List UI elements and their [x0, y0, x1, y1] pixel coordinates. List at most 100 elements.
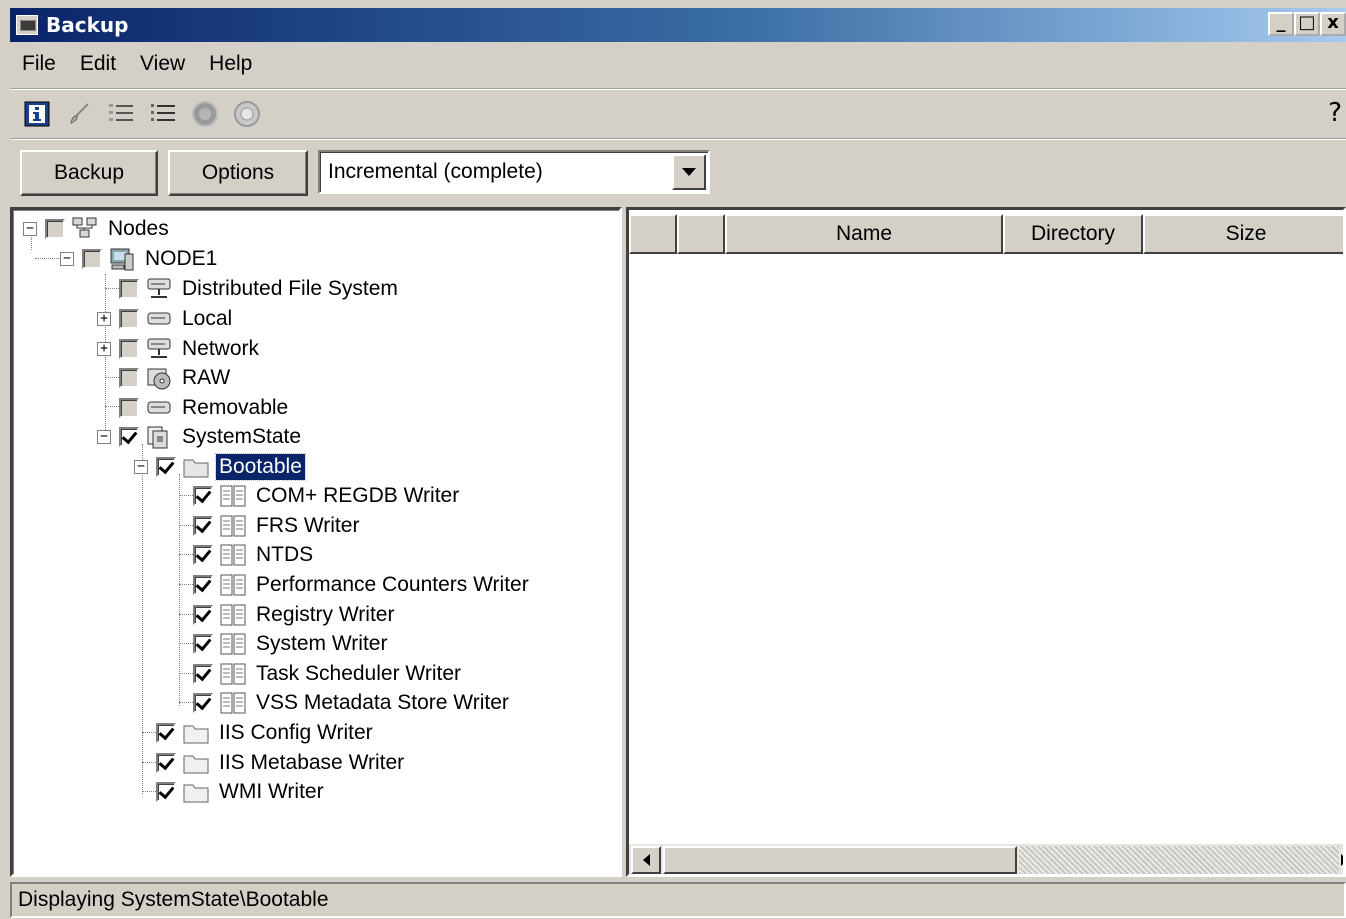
tree-checkbox[interactable] — [193, 575, 213, 595]
tree-item-systemstate[interactable]: − SystemState — [97, 422, 304, 452]
minimize-button[interactable]: _ — [1268, 12, 1294, 36]
tree-label-selected: Bootable — [215, 453, 306, 481]
column-header-select[interactable] — [629, 214, 677, 254]
tree-item-wmi[interactable]: WMI Writer — [134, 777, 327, 807]
tree-label: COM+ REGDB Writer — [256, 484, 460, 507]
hollow-disc-icon[interactable] — [232, 99, 262, 129]
collapse-icon[interactable]: − — [97, 430, 111, 444]
tree-pane[interactable]: − Nodes − NODE1 Distributed File System … — [10, 207, 622, 877]
tree-checkbox[interactable] — [156, 782, 176, 802]
tree-checkbox[interactable] — [193, 693, 213, 713]
tree-checkbox[interactable] — [156, 457, 176, 477]
toolbar-divider-2 — [10, 138, 1346, 140]
info-icon[interactable] — [22, 99, 52, 129]
tree-item-bootable[interactable]: − Bootable — [134, 452, 306, 482]
collapse-icon[interactable]: − — [23, 222, 37, 236]
tree-item-writer[interactable]: COM+ REGDB Writer — [171, 481, 462, 511]
checklist-icon[interactable] — [148, 99, 178, 129]
backup-button[interactable]: Backup — [20, 150, 158, 196]
maximize-button[interactable]: □ — [1294, 12, 1320, 36]
tree-checkbox[interactable] — [193, 545, 213, 565]
tree-checkbox[interactable] — [193, 664, 213, 684]
tree-checkbox[interactable] — [119, 398, 139, 418]
tree-label: Nodes — [108, 217, 169, 240]
network-drive-icon — [147, 338, 171, 358]
collapse-icon[interactable]: − — [60, 252, 74, 266]
tree-label: IIS Metabase Writer — [219, 751, 405, 774]
expand-icon[interactable]: + — [97, 312, 111, 326]
tree-item-removable[interactable]: Removable — [97, 393, 291, 423]
status-text: Displaying SystemState\Bootable — [18, 888, 329, 911]
tree-checkbox[interactable] — [193, 634, 213, 654]
menu-help[interactable]: Help — [197, 52, 264, 76]
tree-item-local[interactable]: + Local — [97, 304, 235, 334]
scroll-track[interactable] — [1019, 846, 1339, 874]
tree-checkbox[interactable] — [119, 279, 139, 299]
chevron-down-icon[interactable] — [672, 154, 706, 190]
tree-item-writer[interactable]: NTDS — [171, 540, 316, 570]
tree-item-nodes[interactable]: − Nodes — [23, 214, 172, 244]
close-button[interactable]: x — [1320, 12, 1346, 36]
column-header-name[interactable]: Name — [725, 214, 1003, 254]
filled-disc-icon[interactable] — [190, 99, 220, 129]
brush-icon[interactable] — [64, 99, 94, 129]
tree-item-writer[interactable]: Registry Writer — [171, 600, 397, 630]
horizontal-scrollbar[interactable] — [629, 844, 1343, 874]
help-icon[interactable]: ? — [1328, 98, 1342, 128]
title-bar[interactable]: Backup _ □ x — [10, 8, 1346, 42]
menu-bar: File Edit View Help — [10, 44, 1346, 84]
menu-view[interactable]: View — [128, 52, 197, 76]
tree-item-writer[interactable]: Performance Counters Writer — [171, 570, 532, 600]
tree-label: Distributed File System — [182, 277, 398, 300]
scroll-right-button[interactable] — [1339, 846, 1343, 874]
folder-icon — [183, 784, 209, 803]
column-header-size[interactable]: Size — [1143, 214, 1343, 254]
tree-checkbox[interactable] — [193, 605, 213, 625]
tree-item-dfs[interactable]: Distributed File System — [97, 274, 401, 304]
folder-icon — [183, 755, 209, 774]
tree-label: RAW — [182, 366, 231, 389]
writer-book-icon — [220, 515, 246, 537]
tree-label: Performance Counters Writer — [256, 573, 529, 596]
column-header-type[interactable] — [677, 214, 725, 254]
tree-item-writer[interactable]: Task Scheduler Writer — [171, 659, 464, 689]
menu-file[interactable]: File — [10, 52, 68, 76]
scroll-thumb[interactable] — [663, 846, 1017, 874]
detail-pane[interactable]: Name Directory Size — [626, 207, 1346, 877]
column-header-directory[interactable]: Directory — [1003, 214, 1143, 254]
folder-icon — [183, 725, 209, 744]
toolbar: ? — [10, 92, 1346, 136]
tree-checkbox[interactable] — [156, 723, 176, 743]
raw-disk-icon — [147, 368, 171, 390]
tree-checkbox[interactable] — [119, 368, 139, 388]
writer-book-icon — [220, 574, 246, 596]
tree-checkbox[interactable] — [119, 309, 139, 329]
tree-item-node1[interactable]: − NODE1 — [60, 244, 220, 274]
tree-checkbox[interactable] — [193, 486, 213, 506]
tree-item-writer[interactable]: FRS Writer — [171, 511, 362, 541]
tree-checkbox[interactable] — [119, 427, 139, 447]
tree-checkbox[interactable] — [193, 516, 213, 536]
tree-item-iis-metabase[interactable]: IIS Metabase Writer — [134, 748, 407, 778]
numbered-list-icon[interactable] — [106, 99, 136, 129]
options-button[interactable]: Options — [168, 150, 308, 196]
tree-checkbox[interactable] — [119, 339, 139, 359]
system-state-icon — [147, 426, 168, 449]
tree-checkbox[interactable] — [45, 219, 65, 239]
tree-item-iis-config[interactable]: IIS Config Writer — [134, 718, 376, 748]
writer-book-icon — [220, 604, 246, 626]
tree-item-writer[interactable]: System Writer — [171, 629, 390, 659]
backup-mode-select[interactable]: Incremental (complete) — [318, 150, 710, 194]
tree-label: SystemState — [182, 425, 302, 448]
tree-checkbox[interactable] — [156, 753, 176, 773]
scroll-left-button[interactable] — [631, 846, 661, 874]
collapse-icon[interactable]: − — [134, 460, 148, 474]
status-bar: Displaying SystemState\Bootable — [10, 882, 1346, 918]
tree-item-raw[interactable]: RAW — [97, 363, 233, 393]
expand-icon[interactable]: + — [97, 342, 111, 356]
tree-checkbox[interactable] — [82, 249, 102, 269]
menu-edit[interactable]: Edit — [68, 52, 128, 76]
drive-icon — [147, 401, 171, 414]
tree-item-writer[interactable]: VSS Metadata Store Writer — [171, 688, 512, 718]
tree-item-network[interactable]: + Network — [97, 334, 262, 364]
